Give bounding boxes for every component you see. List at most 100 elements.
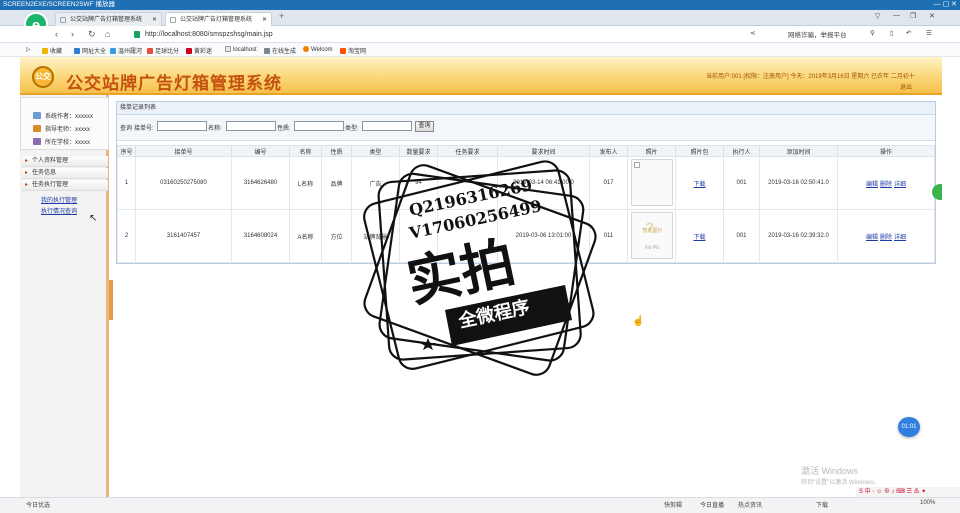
status-download[interactable]: 下载: [816, 500, 828, 509]
bookmark-item[interactable]: localhost: [225, 46, 257, 53]
type-label: 类型:: [345, 126, 359, 132]
name-input[interactable]: [226, 121, 276, 131]
share-icon[interactable]: ⋖: [750, 29, 755, 37]
col-header: 执行人: [723, 145, 760, 157]
bookmark-item[interactable]: 温州履河: [110, 46, 142, 55]
delete-link[interactable]: 删除: [880, 235, 892, 241]
detail-link[interactable]: 详细: [894, 235, 906, 241]
tablet-icon[interactable]: ▯: [890, 29, 894, 37]
cell-nature: 方位: [321, 209, 352, 263]
tab-1[interactable]: 公交站牌广告灯箱管理系统 ✕: [55, 12, 162, 26]
name-label: 名称:: [208, 126, 222, 132]
cell-executor: 001: [723, 156, 760, 210]
photo-thumbnail[interactable]: ? 暂无图片 No Pic: [630, 211, 673, 259]
report-link[interactable]: 网络诈骗，举报平台: [788, 29, 847, 39]
submenu-exec-query[interactable]: 执行情况查询: [41, 206, 77, 215]
menu-task-exec[interactable]: 任务执行管理: [22, 180, 108, 191]
nature-input[interactable]: [294, 121, 344, 131]
forward-icon[interactable]: ›: [71, 29, 74, 39]
col-header: 添加时间: [759, 145, 838, 157]
timer-bubble[interactable]: 01:01: [898, 417, 920, 437]
right-margin: [942, 57, 960, 497]
col-header: 名称: [289, 145, 322, 157]
window-controls[interactable]: — ▢ ✕: [934, 0, 957, 10]
activate-windows-hint: 转到"设置"以激活 Windows。: [801, 480, 880, 486]
back-icon[interactable]: ‹: [55, 29, 58, 39]
col-header: 序号: [117, 145, 136, 157]
col-header: 照片包: [675, 145, 724, 157]
col-header: 接单号: [135, 145, 232, 157]
search-lead: 查询: [120, 126, 133, 132]
close-window-icon[interactable]: ✕: [929, 12, 935, 20]
cell-pkg: 下载: [675, 209, 724, 263]
cell-code: 3164608024: [231, 209, 290, 263]
cell-order: 03160250275080: [135, 156, 232, 210]
sidebar-toggle-handle[interactable]: [109, 280, 113, 320]
watermark-stamp: Q2196316269 V17060256499 实拍 全微程序: [360, 150, 600, 390]
refresh-icon[interactable]: ↻: [88, 29, 96, 40]
cell-index: 1: [117, 156, 136, 210]
download-link[interactable]: 下载: [693, 182, 705, 188]
bookmark-toggle-icon[interactable]: ▷: [26, 46, 31, 53]
bookmark-item[interactable]: 收藏: [42, 46, 62, 55]
bookmark-item[interactable]: 网址大全: [74, 46, 106, 55]
bookmark-item[interactable]: 在线生成: [264, 46, 296, 55]
cell-code: 3164626480: [231, 156, 290, 210]
mouse-cursor-icon: ↖: [89, 213, 98, 224]
user-info: 当前用户:001 [权限：注册用户] 今天：2019年3月16日 星期六 已农年…: [706, 74, 915, 80]
bookmark-item[interactable]: 淘宝网: [340, 46, 366, 55]
teacher-icon: [33, 125, 41, 132]
bookmark-item[interactable]: 足球比分: [147, 46, 179, 55]
menu-profile[interactable]: 个人资料管理: [22, 156, 108, 167]
bookmark-item[interactable]: 黄彩迷: [186, 46, 212, 55]
cell-ops: 编辑 删除 详细: [837, 209, 935, 263]
photo-thumbnail[interactable]: [630, 158, 673, 206]
no-pic-label: 暂无图片: [642, 227, 663, 234]
status-zoom[interactable]: 100%: [920, 500, 935, 506]
new-tab-button[interactable]: +: [279, 11, 284, 21]
school-icon: [33, 138, 41, 145]
cell-executor: 001: [723, 209, 760, 263]
detail-link[interactable]: 详细: [894, 182, 906, 188]
cell-added: 2019-03-16 02:39:32.0: [759, 209, 838, 263]
cell-pkg: 下载: [675, 156, 724, 210]
tab-2[interactable]: 公交站牌广告灯箱管理系统 ✕: [165, 12, 272, 26]
type-input[interactable]: [362, 121, 412, 131]
col-header: 照片: [627, 145, 676, 157]
menu-icon[interactable]: ☰: [926, 29, 932, 37]
bookmark-item[interactable]: Welcom: [303, 46, 333, 53]
author-info: 系统作者：xxxxxx: [33, 111, 93, 120]
cell-photo: [627, 156, 676, 210]
no-pic-sublabel: No Pic: [645, 244, 660, 251]
undo-icon[interactable]: ↶: [906, 29, 911, 37]
app-title: 公交站牌广告灯箱管理系统: [66, 74, 282, 94]
side-widget-icon[interactable]: [932, 184, 942, 200]
bookmark-bar: [0, 43, 960, 57]
minimize-icon[interactable]: —: [893, 12, 900, 19]
query-button[interactable]: 查询: [415, 121, 434, 132]
restore-icon[interactable]: ❐: [910, 12, 916, 20]
broken-image-icon: [633, 161, 640, 168]
download-link[interactable]: 下载: [693, 235, 705, 241]
search-icon[interactable]: ⚲: [870, 29, 875, 37]
close-tab-icon[interactable]: ✕: [262, 13, 267, 26]
order-input[interactable]: [157, 121, 207, 131]
edit-link[interactable]: 编辑: [866, 235, 878, 241]
page-icon: [60, 17, 66, 23]
status-item-live[interactable]: 今日直播: [700, 500, 724, 509]
user-icon: [33, 112, 41, 119]
close-tab-icon[interactable]: ✕: [152, 13, 157, 26]
page-icon: [170, 17, 176, 23]
edit-link[interactable]: 编辑: [866, 182, 878, 188]
delete-link[interactable]: 删除: [880, 182, 892, 188]
status-item-clip[interactable]: 快剪辑: [664, 500, 682, 509]
skin-icon[interactable]: ▽: [875, 12, 880, 20]
status-item-news[interactable]: 热点资讯: [738, 500, 762, 509]
menu-task-info[interactable]: 任务信息: [22, 168, 108, 179]
cell-name: A名称: [289, 209, 322, 263]
url-input[interactable]: http://localhost:8080/smspzshsg/main.jsp: [131, 28, 781, 41]
status-left[interactable]: 今日优选: [26, 500, 50, 509]
submenu-my-exec[interactable]: 我的执行管理: [41, 195, 77, 204]
home-icon[interactable]: ⌂: [105, 29, 110, 39]
exit-link[interactable]: 退出: [900, 82, 912, 91]
